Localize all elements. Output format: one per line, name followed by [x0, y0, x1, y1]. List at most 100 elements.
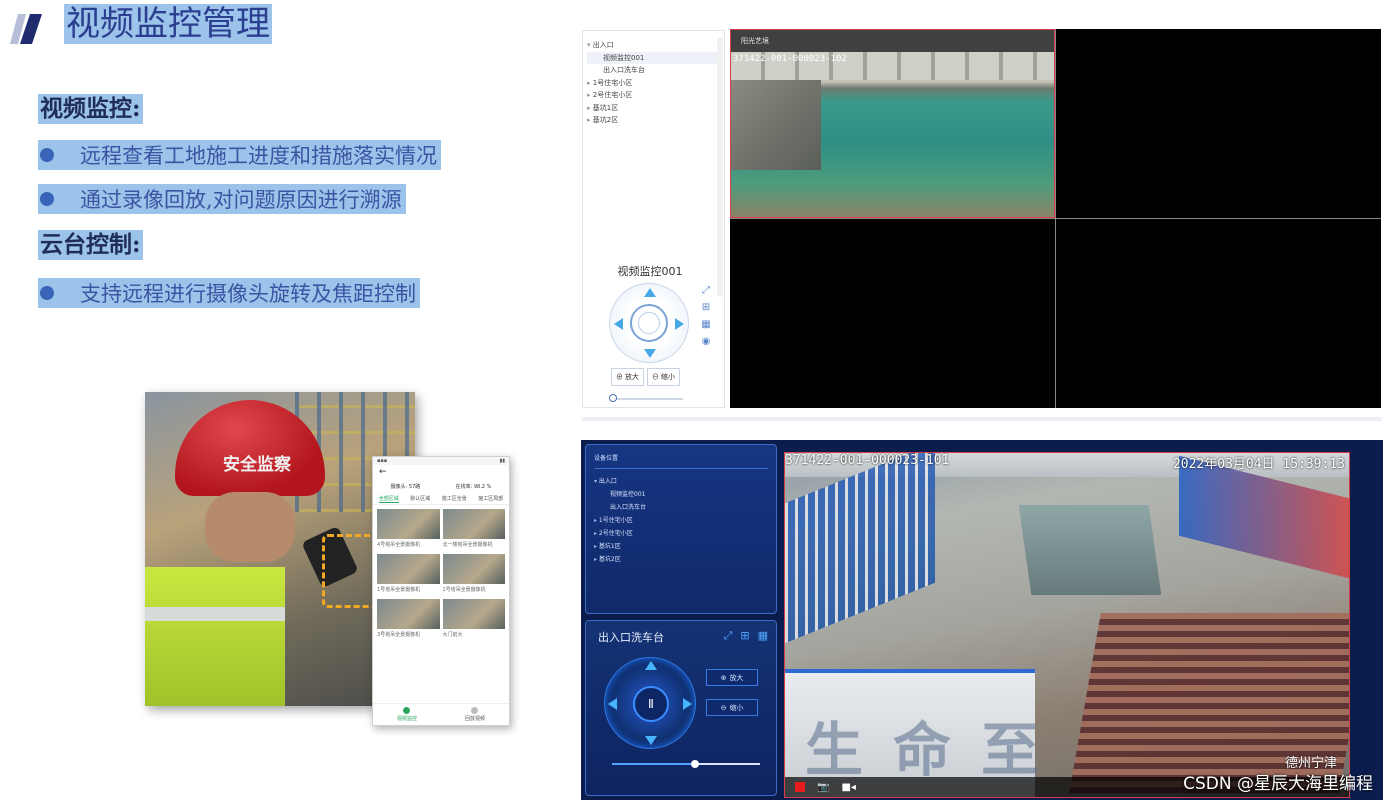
- camera-card[interactable]: 北一楼塔吊全景摄像机: [442, 509, 505, 551]
- video-grid: 阳光艺境 371422-001-000023-102: [730, 29, 1381, 408]
- slider-handle[interactable]: [609, 394, 617, 402]
- arrow-down-icon[interactable]: [645, 736, 657, 745]
- tree-node-wash-station[interactable]: 出入口洗车台: [594, 501, 768, 514]
- grid-4-icon[interactable]: ⊞: [740, 629, 749, 643]
- video-tile-empty[interactable]: [1056, 219, 1381, 408]
- zoom-out-button[interactable]: ⊖ 缩小: [646, 368, 680, 386]
- pause-icon[interactable]: Ⅱ: [633, 686, 669, 722]
- zoom-in-label: 放大: [624, 374, 639, 381]
- tab-default-area[interactable]: 默认区域: [410, 495, 430, 502]
- video-tile-title: 阳光艺境: [731, 30, 1054, 52]
- zoom-in-icon: ⊕: [720, 674, 727, 682]
- camera-card[interactable]: 1号塔吊全景摄像机: [377, 554, 440, 596]
- tree-node-entrance[interactable]: 出入口: [587, 39, 720, 52]
- bullet-item: 远程查看工地施工进度和措施落实情况: [38, 140, 441, 170]
- arrow-up-icon[interactable]: [645, 661, 657, 670]
- arrow-left-icon[interactable]: [608, 698, 617, 710]
- camera-card-label: 1号塔吊全景摄像机: [377, 587, 421, 593]
- record-icon[interactable]: [795, 782, 805, 792]
- tab-all-areas[interactable]: 全部区域: [378, 495, 399, 503]
- camera-card[interactable]: 大门前大: [442, 599, 505, 641]
- phone-mockup: ▪▪▪ ▮▮ ← 摄像头: 57路 在线率: 98.2 % 全部区域 默认区域 施…: [372, 456, 510, 726]
- zoom-out-icon: ⊖: [651, 374, 659, 381]
- nav-video-monitor[interactable]: 视频监控: [397, 707, 417, 722]
- tree-title: 设备位置: [594, 453, 768, 469]
- page: 视频监控管理 视频监控: 远程查看工地施工进度和措施落实情况 通过录像回放,对问…: [0, 0, 1387, 800]
- arrow-left-icon[interactable]: [614, 318, 623, 330]
- layout-toolbar: ⤢ ⊞ ▦: [724, 629, 768, 643]
- camera-snapshot-icon[interactable]: 📷: [817, 782, 829, 793]
- grid-9-icon[interactable]: ▦: [701, 319, 710, 330]
- ptz-direction-pad[interactable]: Ⅱ: [604, 657, 696, 749]
- zoom-out-button[interactable]: ⊖ 缩小: [706, 699, 758, 716]
- tab-site-panorama[interactable]: 施工区全景: [442, 495, 467, 502]
- bullet-item: 通过录像回放,对问题原因进行溯源: [38, 184, 406, 214]
- title-slash-icon: [10, 14, 42, 44]
- tree-node-pit-1[interactable]: 基坑1区: [594, 540, 768, 553]
- video-tile-empty[interactable]: [1056, 29, 1381, 218]
- focus-slider[interactable]: [609, 394, 683, 402]
- camera-card[interactable]: 1号塔吊全景摄像机: [442, 554, 505, 596]
- tree-node-wash-station[interactable]: 出入口洗车台: [587, 64, 720, 77]
- device-tree-panel: 出入口 视频监控001 出入口洗车台 1号住宅小区 2号住宅小区 基坑1区 基坑…: [582, 30, 725, 408]
- section-divider: [582, 417, 1382, 421]
- camera-thumbnail: [377, 554, 440, 584]
- snapshot-icon[interactable]: ◉: [702, 336, 711, 347]
- tree-node-pit-2[interactable]: 基坑2区: [594, 553, 768, 566]
- camera-card-label: 3号塔吊全景摄像机: [377, 632, 421, 638]
- tree-node-residential-2[interactable]: 2号住宅小区: [594, 527, 768, 540]
- arrow-up-icon[interactable]: [644, 288, 656, 297]
- tree-node-pit-1[interactable]: 基坑1区: [587, 102, 720, 115]
- zoom-in-button[interactable]: ⊕ 放大: [611, 368, 644, 386]
- tree-node-camera-001[interactable]: 视频监控001: [594, 488, 768, 501]
- camera-card[interactable]: 3号塔吊全景摄像机: [377, 599, 440, 641]
- tree-node-pit-2[interactable]: 基坑2区: [587, 114, 720, 127]
- tab-site-local[interactable]: 施工区局部: [478, 495, 503, 502]
- back-arrow-icon[interactable]: ←: [373, 465, 509, 479]
- ptz-direction-pad[interactable]: [609, 283, 689, 363]
- live-camera-feed[interactable]: 生命至 371422-001-000023-101 2022年03月04日 15…: [784, 452, 1350, 798]
- arrow-down-icon[interactable]: [644, 349, 656, 358]
- wash-pool: [1018, 505, 1162, 595]
- camera-thumbnail: [442, 509, 505, 539]
- phone-stats: 摄像头: 57路 在线率: 98.2 %: [373, 479, 509, 493]
- camera-card[interactable]: 4号塔吊全景摄像机: [377, 509, 440, 551]
- camera-osd-timestamp: 2022年03月04日 15:39:13: [1172, 457, 1345, 472]
- video-tile-active[interactable]: 阳光艺境 371422-001-000023-102: [730, 29, 1055, 218]
- tree-node-residential-1[interactable]: 1号住宅小区: [587, 77, 720, 90]
- grid-9-icon[interactable]: ▦: [758, 629, 768, 643]
- dark-monitor-panel: 设备位置 出入口 视频监控001 出入口洗车台 1号住宅小区 2号住宅小区 基坑…: [581, 440, 1383, 800]
- bullet-dot-icon: [40, 286, 54, 300]
- slider-fill: [612, 763, 695, 765]
- camera-feed: [731, 52, 1054, 217]
- video-tile-empty[interactable]: [730, 219, 1055, 408]
- fence-scene: [785, 453, 935, 644]
- selected-camera-name: 视频监控001: [617, 265, 683, 278]
- grid-divider: [1055, 29, 1056, 408]
- bullet-dot-icon: [40, 192, 54, 206]
- location-pin-icon: [403, 707, 411, 714]
- ptz-center-button[interactable]: [630, 304, 668, 342]
- arrow-right-icon[interactable]: [675, 318, 684, 330]
- zoom-in-button[interactable]: ⊕ 放大: [706, 669, 758, 686]
- vest-reflective-stripe: [145, 607, 285, 621]
- tree-node-residential-1[interactable]: 1号住宅小区: [594, 514, 768, 527]
- zoom-out-label: 缩小: [729, 704, 744, 712]
- arrow-right-icon[interactable]: [683, 698, 692, 710]
- slider-handle[interactable]: [690, 760, 699, 768]
- video-camera-icon[interactable]: ■◂: [841, 782, 855, 793]
- camera-card-label: 大门前大: [442, 632, 463, 638]
- grid-4-icon[interactable]: ⊞: [702, 302, 710, 313]
- focus-slider[interactable]: [612, 760, 760, 768]
- nav-playback[interactable]: 回放视频: [465, 707, 485, 722]
- tree-node-entrance[interactable]: 出入口: [594, 475, 768, 488]
- tree-scrollbar[interactable]: [717, 37, 723, 297]
- tree-node-residential-2[interactable]: 2号住宅小区: [587, 89, 720, 102]
- camera-grid: 4号塔吊全景摄像机 北一楼塔吊全景摄像机 1号塔吊全景摄像机 1号塔吊全景摄像机…: [373, 505, 509, 645]
- fullscreen-icon[interactable]: ⤢: [724, 629, 733, 643]
- zoom-controls: ⊕ 放大 ⊖ 缩小: [611, 368, 680, 386]
- bullet-item: 支持远程进行摄像头旋转及焦距控制: [38, 278, 420, 308]
- tree-node-camera-001[interactable]: 视频监控001: [587, 51, 720, 64]
- fullscreen-icon[interactable]: ⤢: [702, 285, 710, 296]
- bullet-dot-icon: [40, 148, 54, 162]
